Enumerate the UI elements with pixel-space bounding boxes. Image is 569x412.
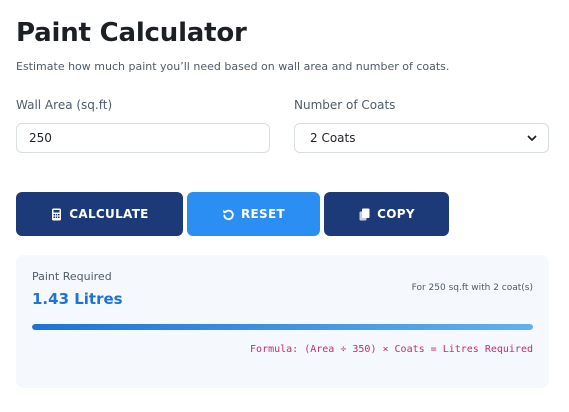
page-subtitle: Estimate how much paint you’ll need base… — [16, 60, 450, 73]
coats-selected-value: 2 Coats — [310, 131, 356, 145]
calculator-icon — [52, 208, 62, 220]
result-label: Paint Required — [32, 270, 112, 283]
chevron-down-icon — [527, 135, 537, 141]
result-note: For 250 sq.ft with 2 coat(s) — [411, 283, 533, 293]
coats-select[interactable]: 2 Coats — [294, 123, 549, 153]
calculate-button[interactable]: CALCULATE — [16, 192, 183, 236]
page-title: Paint Calculator — [16, 18, 247, 48]
result-value: 1.43 Litres — [32, 290, 123, 308]
result-progress-track — [32, 324, 533, 330]
wall-area-input[interactable]: 250 — [16, 123, 270, 153]
copy-label: COPY — [377, 207, 415, 221]
coats-label: Number of Coats — [294, 98, 396, 112]
result-panel: Paint Required 1.43 Litres For 250 sq.ft… — [16, 255, 549, 388]
wall-area-value: 250 — [29, 131, 52, 145]
reset-button[interactable]: RESET — [187, 192, 320, 236]
result-progress-fill — [32, 324, 533, 330]
reset-icon — [223, 209, 234, 220]
reset-label: RESET — [241, 207, 285, 221]
wall-area-label: Wall Area (sq.ft) — [16, 98, 113, 112]
calculate-label: CALCULATE — [69, 207, 149, 221]
formula-text: Formula: (Area ÷ 350) × Coats = Litres R… — [250, 344, 533, 355]
copy-icon — [359, 208, 370, 220]
paint-calculator: Paint Calculator Estimate how much paint… — [0, 0, 569, 412]
copy-button[interactable]: COPY — [324, 192, 449, 236]
